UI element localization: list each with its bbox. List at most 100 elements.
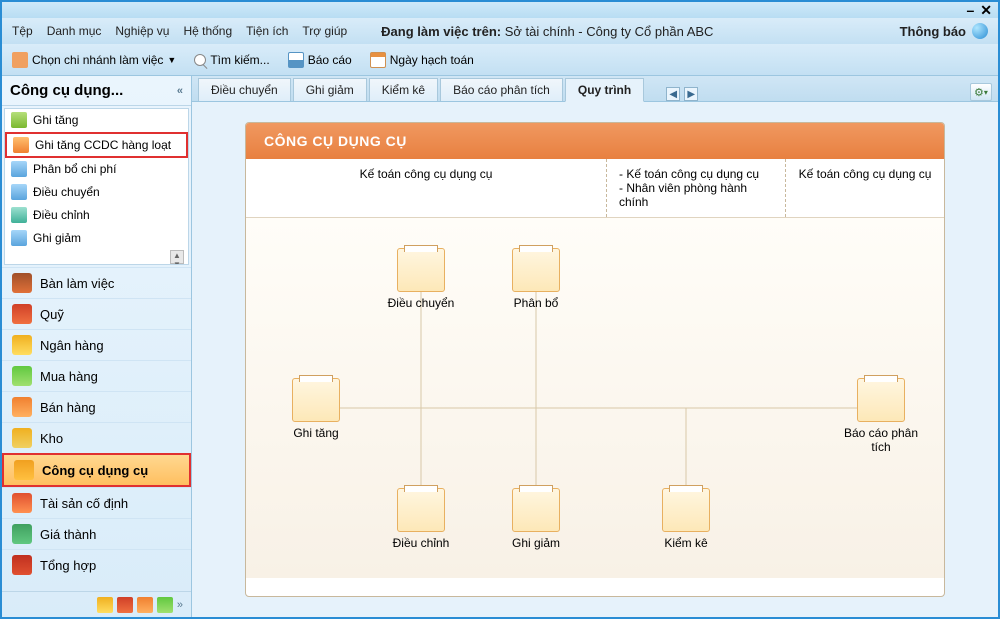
nav-tools[interactable]: Công cụ dụng cụ: [2, 453, 191, 487]
panel-title: CÔNG CỤ DỤNG CỤ: [246, 123, 944, 159]
title-bar: – ✕: [2, 2, 998, 18]
menu-item[interactable]: Hệ thống: [183, 24, 232, 38]
nav-assets[interactable]: Tài sản cố định: [2, 487, 191, 518]
footer-icon[interactable]: [97, 597, 113, 613]
menu-item[interactable]: Tệp: [12, 24, 33, 38]
tab-navigator: ◀ ▶: [666, 87, 698, 101]
working-context: Đang làm việc trên: Sở tài chính - Công …: [381, 24, 713, 39]
general-icon: [12, 555, 32, 575]
node-dieu-chuyen[interactable]: Điều chuyển: [376, 248, 466, 310]
ghi-tang-icon: [292, 378, 340, 422]
sell-icon: [12, 397, 32, 417]
tool-bar: Chọn chi nhánh làm việc ▼ Tìm kiếm... Bá…: [2, 44, 998, 76]
node-ghi-tang[interactable]: Ghi tăng: [271, 378, 361, 440]
nav-general[interactable]: Tổng hợp: [2, 549, 191, 580]
allocate-icon: [11, 161, 27, 177]
sidebar-item-ghi-giam[interactable]: Ghi giảm: [5, 227, 188, 250]
nav-cost[interactable]: Giá thành: [2, 518, 191, 549]
tab-ghi-giam[interactable]: Ghi giảm: [293, 78, 367, 101]
bank-icon: [12, 335, 32, 355]
sidebar-item-ghi-tang[interactable]: Ghi tăng: [5, 109, 188, 132]
dieu-chuyen-icon: [397, 248, 445, 292]
search-button[interactable]: Tìm kiếm...: [194, 53, 269, 67]
accounting-date-button[interactable]: Ngày hạch toán: [370, 52, 474, 68]
stock-icon: [12, 428, 32, 448]
nav-bank[interactable]: Ngân hàng: [2, 329, 191, 360]
plus-icon: [11, 112, 27, 128]
tab-dieu-chuyen[interactable]: Điều chuyển: [198, 78, 291, 101]
sidebar: Công cụ dụng... « Ghi tăng Ghi tăng CCDC…: [2, 76, 192, 617]
workflow-canvas: CÔNG CỤ DỤNG CỤ Kế toán công cụ dụng cụ …: [192, 102, 998, 617]
phan-bo-icon: [512, 248, 560, 292]
footer-icon[interactable]: [157, 597, 173, 613]
nav-purchase[interactable]: Mua hàng: [2, 360, 191, 391]
app-window: – ✕ Tệp Danh mục Nghiệp vụ Hệ thống Tiện…: [0, 0, 1000, 619]
footer-expand-button[interactable]: »: [177, 599, 183, 611]
sidebar-title: Công cụ dụng...: [10, 82, 123, 99]
cost-icon: [12, 524, 32, 544]
choose-branch-button[interactable]: Chọn chi nhánh làm việc ▼: [12, 52, 176, 68]
sidebar-item-phan-bo[interactable]: Phân bổ chi phí: [5, 158, 188, 181]
col-accountant-2: Kế toán công cụ dụng cụ: [786, 159, 944, 217]
calendar-icon: [370, 52, 386, 68]
buy-icon: [12, 366, 32, 386]
minimize-button[interactable]: –: [966, 2, 974, 18]
nav-stock[interactable]: Kho: [2, 422, 191, 453]
bao-cao-icon: [857, 378, 905, 422]
footer-icon[interactable]: [137, 597, 153, 613]
dieu-chinh-icon: [397, 488, 445, 532]
flow-diagram: Ghi tăng Điều chuyển Phân bổ Điều chỉnh …: [246, 218, 944, 578]
minus-icon: [11, 230, 27, 246]
close-button[interactable]: ✕: [980, 2, 992, 19]
nav-list: Bàn làm việc Quỹ Ngân hàng Mua hàng Bán …: [2, 267, 191, 591]
tab-bao-cao[interactable]: Báo cáo phân tích: [440, 78, 563, 101]
nav-fund[interactable]: Quỹ: [2, 298, 191, 329]
asset-icon: [12, 493, 32, 513]
col-roles: - Kế toán công cụ dụng cụ - Nhân viên ph…: [606, 159, 786, 217]
search-icon: [194, 54, 206, 66]
batch-icon: [13, 137, 29, 153]
tab-bar: Điều chuyển Ghi giảm Kiểm kê Báo cáo phâ…: [192, 76, 998, 102]
report-icon: [288, 52, 304, 68]
menu-bar: Tệp Danh mục Nghiệp vụ Hệ thống Tiện ích…: [2, 18, 998, 44]
branch-icon: [12, 52, 28, 68]
sidebar-item-ghi-tang-ccdc[interactable]: Ghi tăng CCDC hàng loạt: [5, 132, 188, 158]
sidebar-item-dieu-chinh[interactable]: Điều chỉnh: [5, 204, 188, 227]
report-button[interactable]: Báo cáo: [288, 52, 352, 68]
menu-item[interactable]: Tiện ích: [246, 24, 288, 38]
node-phan-bo[interactable]: Phân bổ: [491, 248, 581, 310]
node-bao-cao[interactable]: Báo cáo phân tích: [836, 378, 926, 454]
kiem-ke-icon: [662, 488, 710, 532]
sidebar-footer: »: [2, 591, 191, 617]
menu-item[interactable]: Nghiệp vụ: [115, 24, 169, 38]
sidebar-action-list: Ghi tăng Ghi tăng CCDC hàng loạt Phân bổ…: [4, 108, 189, 265]
nav-desktop[interactable]: Bàn làm việc: [2, 267, 191, 298]
node-ghi-giam[interactable]: Ghi giảm: [491, 488, 581, 550]
menu-item[interactable]: Danh mục: [47, 24, 102, 38]
desk-icon: [12, 273, 32, 293]
notification-button[interactable]: Thông báo: [900, 23, 988, 39]
fund-icon: [12, 304, 32, 324]
node-dieu-chinh[interactable]: Điều chỉnh: [376, 488, 466, 550]
workflow-panel: CÔNG CỤ DỤNG CỤ Kế toán công cụ dụng cụ …: [245, 122, 945, 597]
footer-icon[interactable]: [117, 597, 133, 613]
sidebar-header: Công cụ dụng... «: [2, 76, 191, 106]
transfer-icon: [11, 184, 27, 200]
sidebar-item-dieu-chuyen[interactable]: Điều chuyển: [5, 181, 188, 204]
tools-icon: [14, 460, 34, 480]
col-accountant: Kế toán công cụ dụng cụ: [246, 159, 606, 217]
collapse-sidebar-button[interactable]: «: [177, 85, 183, 97]
settings-button[interactable]: ⚙▾: [970, 83, 992, 101]
panel-columns: Kế toán công cụ dụng cụ - Kế toán công c…: [246, 159, 944, 218]
main-area: Điều chuyển Ghi giảm Kiểm kê Báo cáo phâ…: [192, 76, 998, 617]
node-kiem-ke[interactable]: Kiểm kê: [641, 488, 731, 550]
tab-prev-button[interactable]: ◀: [666, 87, 680, 101]
nav-sales[interactable]: Bán hàng: [2, 391, 191, 422]
tab-quy-trinh[interactable]: Quy trình: [565, 78, 644, 102]
adjust-icon: [11, 207, 27, 223]
tab-next-button[interactable]: ▶: [684, 87, 698, 101]
tab-kiem-ke[interactable]: Kiểm kê: [369, 78, 438, 101]
globe-icon: [972, 23, 988, 39]
sidebar-scroll[interactable]: ▲▼: [5, 250, 188, 264]
menu-item[interactable]: Trợ giúp: [302, 24, 347, 38]
